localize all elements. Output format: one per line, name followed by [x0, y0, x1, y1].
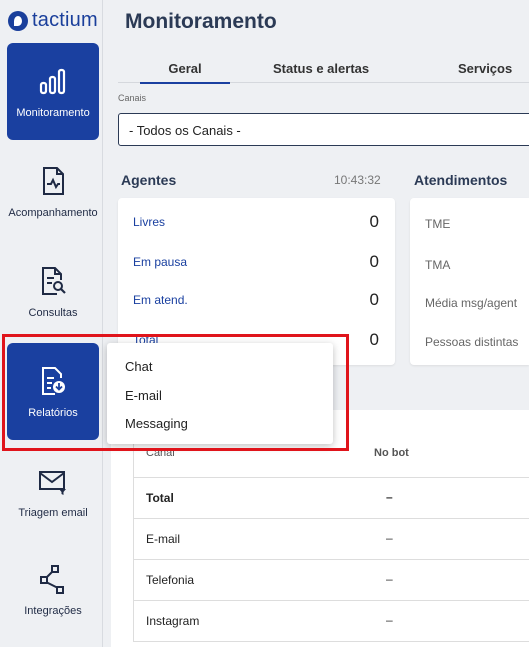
agent-row-value: 0	[369, 252, 379, 271]
column-header-canal: Canal	[146, 447, 175, 459]
cell-no-bot: –	[386, 490, 393, 504]
agentes-row-em-atend: Em atend. 0	[133, 290, 379, 310]
agent-row-value: 0	[369, 212, 379, 231]
tab-status-e-alertas[interactable]: Status e alertas	[273, 61, 369, 76]
agentes-row-livres: Livres 0	[133, 212, 379, 232]
report-download-icon	[42, 366, 65, 395]
agentes-row-em-pausa: Em pausa 0	[133, 252, 379, 272]
document-search-icon	[42, 266, 66, 295]
cell-canal: Telefonia	[146, 573, 195, 587]
column-header-no-bot[interactable]: No bot	[374, 447, 409, 459]
atendimentos-row-pessoas: Pessoas distintas	[425, 335, 519, 349]
sidebar-item-consultas[interactable]: Consultas	[7, 243, 99, 340]
sidebar-item-relatorios[interactable]: Relatórios	[7, 343, 99, 440]
sidebar-item-acompanhamento[interactable]: Acompanhamento	[7, 143, 99, 240]
atendimentos-row-tme: TME	[425, 217, 451, 231]
sidebar-item-label: Integrações	[24, 604, 82, 617]
document-chart-icon	[43, 166, 64, 195]
cell-no-bot: –	[386, 572, 393, 586]
table-row: Telefonia –	[134, 560, 529, 601]
agent-row-label[interactable]: Em atend.	[133, 293, 188, 307]
tab-servicos[interactable]: Serviços	[458, 61, 512, 76]
table-row: Total –	[134, 478, 529, 519]
canais-table: Canal No bot Total – E-mail – Telefonia …	[133, 428, 529, 642]
share-nodes-icon	[40, 564, 64, 594]
canais-select[interactable]: - Todos os Canais -	[118, 113, 529, 146]
agent-row-label[interactable]: Livres	[133, 215, 165, 229]
relatorios-dropdown-menu: Chat E-mail Messaging	[107, 343, 333, 444]
sidebar-item-label: Consultas	[28, 306, 78, 319]
atendimentos-row-tma: TMA	[425, 258, 451, 272]
table-row: Instagram –	[134, 601, 529, 642]
atendimentos-card: TME TMA Média msg/agent Pessoas distinta…	[410, 198, 529, 365]
tab-bar: Geral Status e alertas Serviços	[118, 58, 529, 84]
atendimentos-title: Atendimentos	[414, 172, 508, 188]
sidebar-item-label: Relatórios	[28, 406, 78, 419]
agentes-time: 10:43:32	[334, 173, 381, 187]
canais-label: Canais	[118, 93, 147, 103]
menu-item-chat[interactable]: Chat	[125, 359, 152, 374]
sidebar-item-integracoes[interactable]: Integrações	[7, 541, 99, 638]
cell-canal: Instagram	[146, 614, 200, 628]
page-title: Monitoramento	[125, 10, 277, 33]
canais-table-card: Canal No bot Total – E-mail – Telefonia …	[111, 410, 529, 647]
cell-canal: Total	[146, 491, 174, 505]
bar-chart-icon	[39, 68, 66, 94]
menu-item-email[interactable]: E-mail	[125, 388, 162, 403]
agent-row-label[interactable]: Em pausa	[133, 255, 187, 269]
agentes-title: Agentes	[121, 172, 177, 188]
cell-no-bot: –	[386, 613, 393, 627]
main-content: Monitoramento Geral Status e alertas Ser…	[104, 0, 529, 647]
agent-row-value: 0	[369, 330, 379, 349]
brand-name: tactium	[32, 9, 98, 31]
tactium-logo-icon	[8, 10, 28, 31]
sidebar-item-triagem-email[interactable]: Triagem email	[7, 443, 99, 540]
tab-geral[interactable]: Geral	[140, 61, 230, 84]
sidebar-item-label: Acompanhamento	[8, 206, 98, 219]
sidebar-item-label: Monitoramento	[16, 106, 90, 119]
cell-canal: E-mail	[146, 532, 181, 546]
sidebar-item-monitoramento[interactable]: Monitoramento	[7, 43, 99, 140]
agent-row-value: 0	[369, 290, 379, 309]
sidebar: tactium Monitoramento Acompanhamento Con…	[0, 0, 103, 647]
mail-filter-icon	[39, 470, 66, 495]
agentes-card: Livres 0 Em pausa 0 Em atend. 0 Total 0	[118, 198, 395, 365]
sidebar-item-label: Triagem email	[18, 506, 88, 519]
cell-no-bot: –	[386, 531, 393, 545]
atendimentos-row-media-msg: Média msg/agent	[425, 296, 518, 310]
table-row: E-mail –	[134, 519, 529, 560]
tactium-logo[interactable]: tactium	[8, 9, 98, 32]
menu-item-messaging[interactable]: Messaging	[125, 416, 188, 431]
